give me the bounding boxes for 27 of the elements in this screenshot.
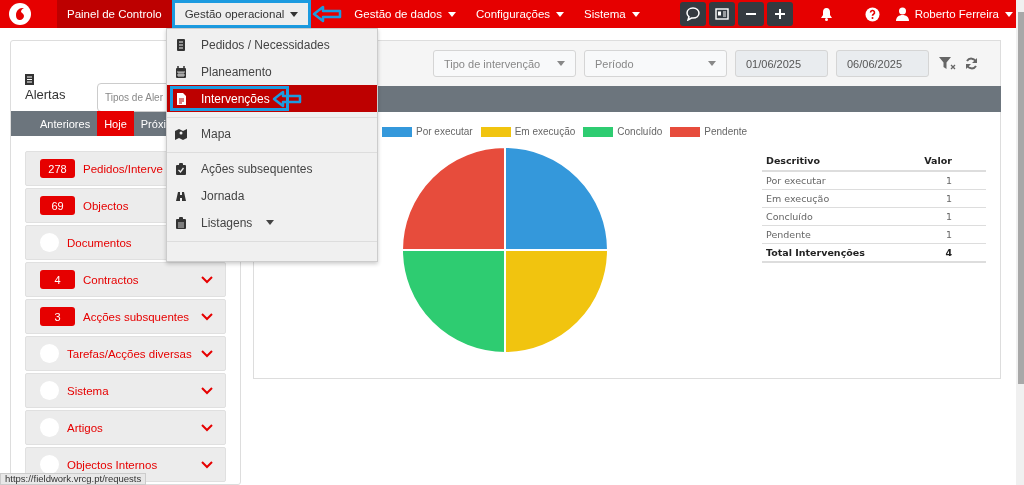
alert-label: Tarefas/Acções diversas: [67, 347, 192, 360]
panel-title: Alertas: [25, 87, 67, 102]
alert-label: Objectos: [83, 199, 129, 212]
column-header: Descritivo: [762, 152, 901, 171]
table-cell: Concluído: [762, 207, 901, 226]
url-tooltip: https://fieldwork.vrcg.pt/requests: [0, 473, 147, 485]
table-cell: 1: [900, 189, 986, 208]
count-badge: 69: [40, 196, 75, 215]
table-cell: 1: [900, 207, 986, 226]
alert-label: Objectos Internos: [67, 458, 158, 471]
alert-label: Contractos: [83, 273, 139, 286]
column-header: Valor: [900, 152, 986, 171]
alert-label: Sistema: [67, 384, 109, 397]
table-cell: 1: [900, 225, 986, 244]
alert-label: Artigos: [67, 421, 103, 434]
table-cell: 4: [900, 243, 986, 262]
table-cell: Por executar: [762, 171, 901, 190]
table-cell: Total Intervenções: [762, 243, 901, 262]
table-cell: 1: [900, 171, 986, 190]
count-badge: 278: [40, 159, 75, 178]
table-cell: Em execução: [762, 189, 901, 208]
alert-label: Acções subsquentes: [83, 310, 190, 323]
table-cell: Pendente: [762, 225, 901, 244]
alert-label: Pedidos/Interve: [83, 162, 163, 175]
count-badge: 3: [40, 307, 75, 326]
alert-label: Documentos: [67, 236, 132, 249]
count-badge: 4: [40, 270, 75, 289]
